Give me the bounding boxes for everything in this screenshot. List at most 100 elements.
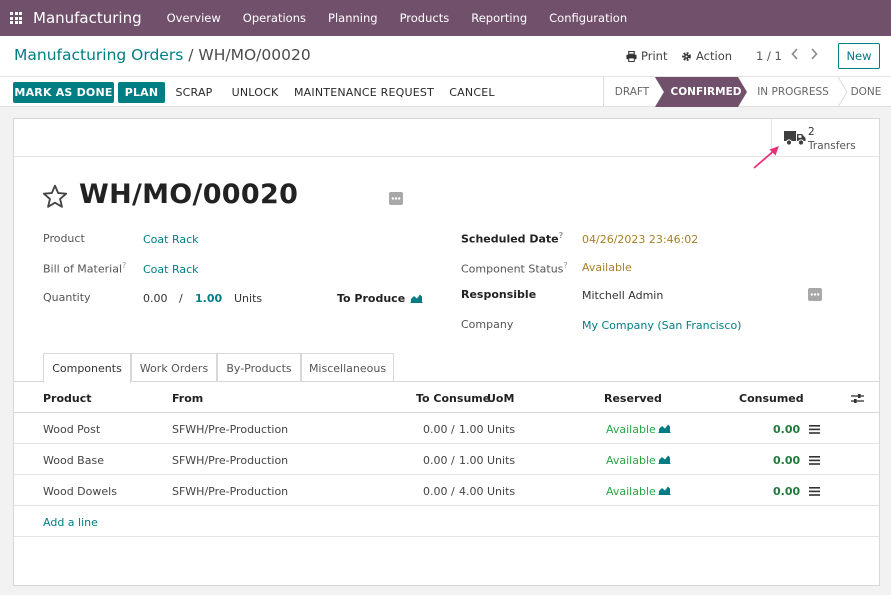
bom-help-icon[interactable]: ?	[122, 261, 126, 270]
row-consumed[interactable]: 0.00	[773, 423, 800, 436]
unlock-button[interactable]: UNLOCK	[226, 82, 284, 103]
menu-configuration[interactable]: Configuration	[538, 11, 638, 25]
col-from[interactable]: From	[172, 392, 203, 405]
transfers-label: Transfers	[808, 140, 856, 152]
menu-planning[interactable]: Planning	[317, 11, 389, 25]
stage-done[interactable]: DONE	[845, 77, 887, 107]
col-product[interactable]: Product	[43, 392, 92, 405]
menu-operations[interactable]: Operations	[232, 11, 317, 25]
company-value[interactable]: My Company (San Francisco)	[582, 319, 741, 332]
to-produce-label: To Produce	[337, 292, 406, 305]
row-from: SFWH/Pre-Production	[172, 454, 289, 467]
quantity-unit: Units	[234, 292, 263, 305]
row-from: SFWH/Pre-Production	[172, 485, 289, 498]
tab-work-orders[interactable]: Work Orders	[131, 353, 217, 382]
row-reserved: Available	[606, 454, 656, 467]
breadcrumb-parent[interactable]: Manufacturing Orders	[14, 46, 183, 64]
quantity-label: Quantity	[43, 291, 91, 304]
product-label: Product	[43, 232, 85, 245]
plan-button[interactable]: PLAN	[118, 82, 165, 103]
menu-products[interactable]: Products	[389, 11, 461, 25]
apps-grid-icon[interactable]	[10, 12, 22, 24]
tab-miscellaneous[interactable]: Miscellaneous	[301, 353, 394, 382]
component-status-value: Available	[582, 261, 632, 274]
table-row[interactable]: Wood Dowels SFWH/Pre-Production 0.00 / 4…	[14, 475, 879, 506]
chevron-left-icon	[791, 48, 798, 60]
col-uom[interactable]: UoM	[487, 392, 514, 405]
row-total: 1.00	[459, 423, 484, 436]
area-chart-icon[interactable]	[410, 293, 423, 303]
row-product: Wood Base	[43, 454, 104, 467]
col-to-consume[interactable]: To Consume	[416, 392, 490, 405]
responsible-value[interactable]: Mitchell Admin	[582, 289, 663, 302]
tab-by-products[interactable]: By-Products	[217, 353, 301, 382]
maintenance-request-button[interactable]: MAINTENANCE REQUEST	[292, 82, 436, 103]
row-uom: Units	[487, 454, 516, 467]
action-label: Action	[696, 49, 733, 63]
row-qty: 0.00 /	[423, 423, 455, 436]
quantity-current[interactable]: 0.00	[143, 292, 168, 305]
form-sheet: 2 Transfers WH/MO/00020 Product Coat Rac…	[13, 118, 880, 586]
new-button[interactable]: New	[838, 43, 880, 69]
scheduled-help-icon[interactable]: ?	[559, 231, 564, 240]
row-product: Wood Post	[43, 423, 101, 436]
product-value[interactable]: Coat Rack	[143, 233, 199, 246]
table-header: Product From To Consume UoM Reserved Con…	[14, 382, 879, 413]
col-consumed[interactable]: Consumed	[739, 392, 804, 405]
menu-overview[interactable]: Overview	[156, 11, 232, 25]
responsible-label: Responsible	[461, 288, 537, 301]
app-name[interactable]: Manufacturing	[33, 9, 142, 27]
menu-reporting[interactable]: Reporting	[460, 11, 538, 25]
row-from: SFWH/Pre-Production	[172, 423, 289, 436]
list-detail-icon[interactable]	[809, 425, 820, 434]
scheduled-date-label: Scheduled Date?	[461, 231, 563, 246]
stage-draft[interactable]: DRAFT	[604, 77, 660, 107]
breadcrumb-current: WH/MO/00020	[198, 46, 311, 64]
button-box: 2 Transfers	[14, 119, 879, 157]
scheduled-date-value[interactable]: 04/26/2023 23:46:02	[582, 233, 698, 246]
tab-components[interactable]: Components	[43, 353, 131, 383]
cancel-button[interactable]: CANCEL	[445, 82, 499, 103]
area-chart-icon[interactable]	[658, 454, 671, 464]
scheduled-date-label-text: Scheduled Date	[461, 232, 559, 246]
chevron-right-icon	[811, 48, 818, 60]
table-row[interactable]: Wood Post SFWH/Pre-Production 0.00 / 1.0…	[14, 413, 879, 444]
component-status-help-icon[interactable]: ?	[563, 261, 567, 270]
gear-icon	[682, 51, 691, 61]
table-bottom-divider	[14, 536, 879, 537]
pager-previous-button[interactable]	[791, 48, 799, 60]
component-status-label: Component Status?	[461, 261, 568, 276]
row-consumed[interactable]: 0.00	[773, 454, 800, 467]
company-label: Company	[461, 318, 514, 331]
col-reserved[interactable]: Reserved	[604, 392, 662, 405]
pager-next-button[interactable]	[810, 48, 818, 60]
breadcrumb: Manufacturing Orders / WH/MO/00020	[14, 46, 311, 64]
row-consumed[interactable]: 0.00	[773, 485, 800, 498]
list-detail-icon[interactable]	[809, 456, 820, 465]
quantity-total[interactable]: 1.00	[195, 292, 222, 305]
print-button[interactable]: Print	[626, 49, 667, 63]
list-detail-icon[interactable]	[809, 487, 820, 496]
star-icon[interactable]	[42, 184, 68, 209]
transfers-smart-button[interactable]: 2 Transfers	[771, 119, 879, 156]
stage-in-progress[interactable]: IN PROGRESS	[752, 77, 834, 107]
add-line-link[interactable]: Add a line	[43, 516, 98, 529]
area-chart-icon[interactable]	[658, 485, 671, 495]
printer-icon	[626, 50, 637, 62]
row-product: Wood Dowels	[43, 485, 117, 498]
stage-confirmed[interactable]: CONFIRMED	[664, 77, 748, 107]
mark-as-done-button[interactable]: MARK AS DONE	[13, 82, 114, 103]
print-label: Print	[641, 49, 668, 63]
row-total: 1.00	[459, 454, 484, 467]
table-row[interactable]: Wood Base SFWH/Pre-Production 0.00 / 1.0…	[14, 444, 879, 475]
avatar-options-icon[interactable]	[808, 288, 822, 301]
action-button[interactable]: Action	[681, 49, 732, 63]
truck-icon	[784, 131, 806, 146]
column-settings-icon[interactable]	[851, 393, 864, 404]
area-chart-icon[interactable]	[658, 423, 671, 433]
pager-value[interactable]: 1 / 1	[756, 49, 782, 63]
scrap-button[interactable]: SCRAP	[170, 82, 218, 103]
more-options-icon[interactable]	[389, 192, 403, 205]
row-total: 4.00	[459, 485, 484, 498]
bom-value[interactable]: Coat Rack	[143, 263, 199, 276]
